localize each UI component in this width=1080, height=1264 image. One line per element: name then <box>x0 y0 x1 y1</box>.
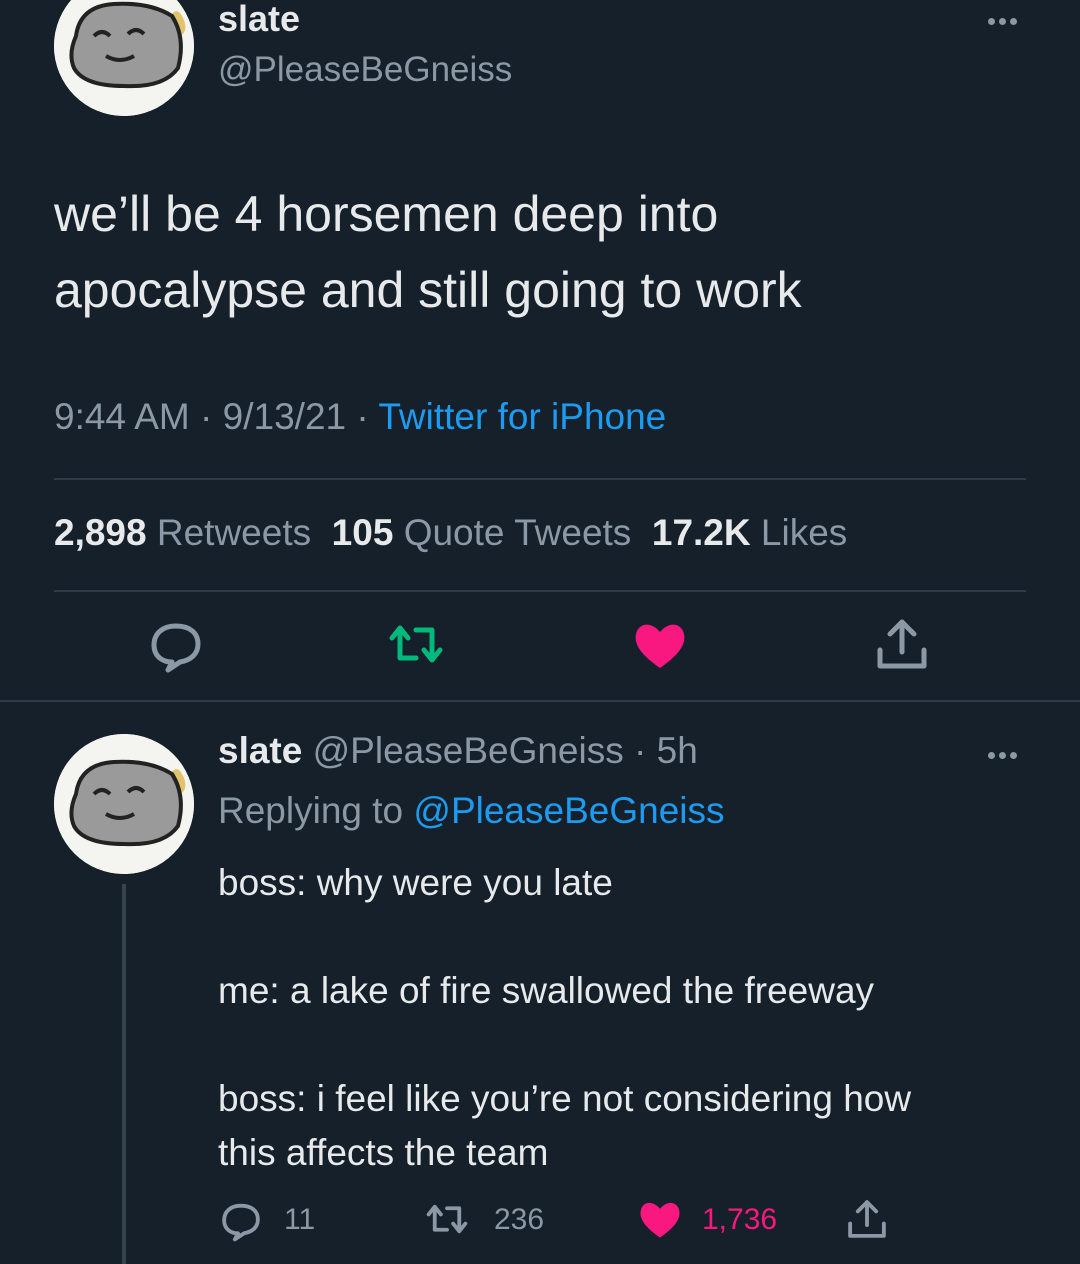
share-icon[interactable] <box>872 614 932 674</box>
like-count: 1,736 <box>702 1203 778 1236</box>
handle[interactable]: @PleaseBeGneiss <box>218 50 512 90</box>
reply-text: boss: why were you late me: a lake of fi… <box>218 856 1048 1180</box>
reply-line: boss: i feel like you’re not considering… <box>218 1078 912 1119</box>
thread-line <box>122 884 126 1264</box>
replying-handle-link[interactable]: @PleaseBeGneiss <box>413 790 724 831</box>
heart-icon[interactable] <box>636 1196 684 1244</box>
meta-separator: · <box>356 396 369 437</box>
tweet-text: we’ll be 4 horsemen deep into apocalypse… <box>54 176 1034 328</box>
tweet-source-link[interactable]: Twitter for iPhone <box>378 396 666 437</box>
reply-line: me: a lake of fire swallowed the freeway <box>218 970 875 1011</box>
avatar[interactable] <box>54 0 194 116</box>
tweet-date[interactable]: 9/13/21 <box>223 396 346 437</box>
divider <box>54 478 1026 480</box>
tweet-text-line: apocalypse and still going to work <box>54 262 802 318</box>
retweet-icon[interactable] <box>424 1196 470 1242</box>
retweet-count: 236 <box>494 1203 545 1236</box>
reply-line: this affects the team <box>218 1132 549 1173</box>
heart-icon[interactable] <box>630 616 690 676</box>
tweet-meta: 9:44 AM · 9/13/21 · Twitter for iPhone <box>54 396 666 438</box>
replying-to: Replying to @PleaseBeGneiss <box>218 790 725 832</box>
tweet-age[interactable]: 5h <box>657 730 698 771</box>
more-icon[interactable] <box>988 12 1032 25</box>
divider <box>0 700 1080 702</box>
share-icon[interactable] <box>844 1196 890 1242</box>
likes-stat[interactable]: 17.2K Likes <box>652 512 847 553</box>
avatar[interactable] <box>54 734 194 874</box>
tweet-text-line: we’ll be 4 horsemen deep into <box>54 186 719 242</box>
tweet-time[interactable]: 9:44 AM <box>54 396 190 437</box>
retweet-icon[interactable] <box>386 614 446 674</box>
meta-separator: · <box>634 730 647 771</box>
retweets-stat[interactable]: 2,898 Retweets <box>54 512 311 553</box>
reply-icon[interactable] <box>146 616 206 676</box>
reply-icon[interactable] <box>218 1198 264 1244</box>
tweet-stats: 2,898 Retweets 105 Quote Tweets 17.2K Li… <box>54 512 847 554</box>
more-icon[interactable] <box>988 746 1032 759</box>
handle[interactable]: @PleaseBeGneiss <box>313 730 624 771</box>
reply-header: slate @PleaseBeGneiss · 5h <box>218 730 698 772</box>
display-name[interactable]: slate <box>218 730 302 771</box>
meta-separator: · <box>200 396 213 437</box>
reply-count: 11 <box>284 1203 316 1236</box>
display-name[interactable]: slate <box>218 0 300 40</box>
reply-line: boss: why were you late <box>218 862 613 903</box>
quote-tweets-stat[interactable]: 105 Quote Tweets <box>332 512 632 553</box>
replying-label: Replying to <box>218 790 404 831</box>
divider <box>54 590 1026 592</box>
